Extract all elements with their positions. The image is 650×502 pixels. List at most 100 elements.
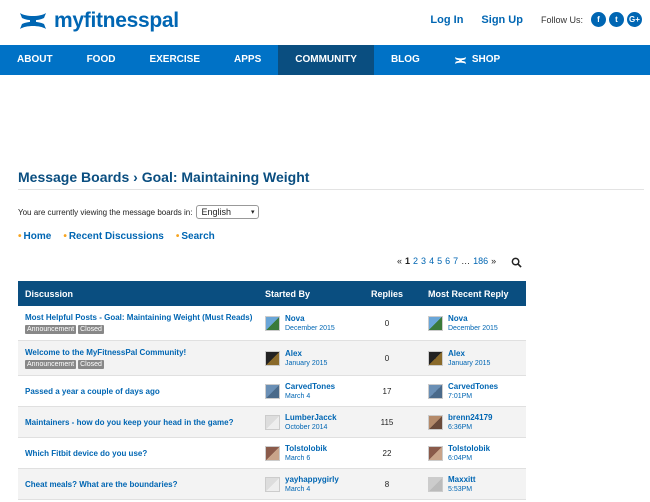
start-date: March 4 <box>285 485 311 493</box>
starter-name[interactable]: Tolstolobik <box>285 444 327 454</box>
discussion-link[interactable]: Cheat meals? What are the boundaries? <box>25 479 258 490</box>
avatar[interactable] <box>265 445 280 461</box>
pager-page[interactable]: 6 <box>445 256 450 266</box>
follow-label: Follow Us: <box>540 14 583 25</box>
chevron-updown-icon: ▾ <box>250 209 255 216</box>
reply-count: 17 <box>382 386 392 396</box>
status-badge: Announcement <box>25 325 77 334</box>
table-row: Which Fitbit device do you use? Tolstolo… <box>18 438 526 469</box>
recent-cell: CarvedTones 7:01PM <box>420 382 526 401</box>
avatar[interactable] <box>428 383 443 399</box>
discussion-link[interactable]: Which Fitbit device do you use? <box>25 448 258 459</box>
nav-shop[interactable]: SHOP <box>437 45 517 75</box>
avatar[interactable] <box>428 315 443 331</box>
googleplus-icon[interactable]: G+ <box>627 12 642 27</box>
start-date: October 2014 <box>285 423 328 431</box>
recent-user-name[interactable]: Nova <box>448 314 498 324</box>
facebook-icon[interactable]: f <box>591 12 606 27</box>
discussion-cell: Cheat meals? What are the boundaries? <box>18 479 258 490</box>
starter-name[interactable]: yayhappygirly <box>285 475 339 485</box>
recent-cell: Tolstolobik 6:04PM <box>420 444 526 463</box>
avatar[interactable] <box>428 350 443 366</box>
nav-about[interactable]: ABOUT <box>0 45 70 75</box>
avatar[interactable] <box>265 350 280 366</box>
discussion-table: Discussion Started By Replies Most Recen… <box>18 281 526 500</box>
table-row: Passed a year a couple of days ago Carve… <box>18 376 526 407</box>
pager-last[interactable]: 186 <box>473 256 488 266</box>
recent-discussions-link[interactable]: • Recent Discussions <box>63 231 164 242</box>
reply-count: 8 <box>384 479 390 489</box>
pager-current: 1 <box>405 256 411 266</box>
starter-name[interactable]: LumberJacck <box>285 413 337 423</box>
nav-apps[interactable]: APPS <box>217 45 278 75</box>
discussion-link[interactable]: Most Helpful Posts - Goal: Maintaining W… <box>25 312 258 323</box>
starter-name[interactable]: Alex <box>285 349 327 359</box>
discussion-cell: Most Helpful Posts - Goal: Maintaining W… <box>18 312 258 334</box>
starter-name[interactable]: CarvedTones <box>285 382 335 392</box>
nav-exercise[interactable]: EXERCISE <box>132 45 217 75</box>
reply-count: 0 <box>384 353 390 363</box>
pager-prev[interactable]: « <box>397 256 402 266</box>
discussion-cell: Welcome to the MyFitnessPal Community! An… <box>18 347 258 369</box>
recent-date: December 2015 <box>448 324 498 332</box>
avatar[interactable] <box>265 414 280 430</box>
pager-page[interactable]: 4 <box>429 256 434 266</box>
recent-date: 6:36PM <box>448 423 473 431</box>
home-link[interactable]: • Home <box>18 231 51 242</box>
reply-count: 22 <box>382 448 392 458</box>
avatar[interactable] <box>428 445 443 461</box>
pager-page[interactable]: 3 <box>421 256 426 266</box>
recent-date: 7:01PM <box>448 392 473 400</box>
language-select[interactable]: English ▾ <box>196 205 260 219</box>
site-header: myfitnesspal Log In Sign Up Follow Us: f… <box>0 0 650 45</box>
discussion-link[interactable]: Maintainers - how do you keep your head … <box>25 417 258 428</box>
tag-list: Announcement Closed <box>25 360 258 369</box>
table-row: Most Helpful Posts - Goal: Maintaining W… <box>18 306 526 341</box>
starter-name[interactable]: Nova <box>285 314 335 324</box>
signup-link[interactable]: Sign Up <box>481 14 523 26</box>
starter-cell: yayhappygirly March 4 <box>258 475 354 494</box>
avatar[interactable] <box>265 476 280 492</box>
recent-user-name[interactable]: brenn24179 <box>448 413 492 423</box>
header-replies: Replies <box>370 288 403 299</box>
page-title: Message Boards › Goal: Maintaining Weigh… <box>18 169 310 185</box>
search-link[interactable]: • Search <box>176 231 215 242</box>
recent-user-name[interactable]: Tolstolobik <box>448 444 490 454</box>
avatar[interactable] <box>428 414 443 430</box>
avatar[interactable] <box>428 476 443 492</box>
divider <box>18 189 644 190</box>
twitter-icon[interactable]: t <box>609 12 624 27</box>
start-date: January 2015 <box>285 359 328 367</box>
recent-user-name[interactable]: Maxxitt <box>448 475 476 485</box>
recent-user-name[interactable]: CarvedTones <box>448 382 498 392</box>
discussion-link[interactable]: Passed a year a couple of days ago <box>25 386 258 397</box>
discussion-link[interactable]: Welcome to the MyFitnessPal Community! <box>25 347 258 358</box>
search-icon[interactable] <box>511 257 522 268</box>
pager-page[interactable]: 5 <box>437 256 442 266</box>
pager-page[interactable]: 2 <box>413 256 418 266</box>
starter-cell: LumberJacck October 2014 <box>258 413 354 432</box>
pager-page[interactable]: 7 <box>453 256 458 266</box>
starter-cell: Tolstolobik March 6 <box>258 444 354 463</box>
pager-next[interactable]: » <box>491 256 496 266</box>
avatar[interactable] <box>265 383 280 399</box>
under-armour-icon <box>20 13 46 29</box>
board-links: • Home • Recent Discussions • Search <box>18 231 227 242</box>
logo-text: myfitnesspal <box>54 9 179 32</box>
language-value: English <box>201 207 231 217</box>
nav-blog[interactable]: BLOG <box>374 45 437 75</box>
header-started-by: Started By <box>265 288 311 299</box>
reply-count: 0 <box>384 318 390 328</box>
header-actions: Log In Sign Up Follow Us: f t G+ <box>430 12 642 27</box>
nav-food[interactable]: FOOD <box>70 45 133 75</box>
recent-cell: Nova December 2015 <box>420 314 526 333</box>
avatar[interactable] <box>265 315 280 331</box>
logo[interactable]: myfitnesspal <box>18 9 179 33</box>
recent-date: January 2015 <box>448 359 491 367</box>
recent-user-name[interactable]: Alex <box>448 349 490 359</box>
bullet-icon: • <box>18 231 22 242</box>
login-link[interactable]: Log In <box>430 14 463 26</box>
start-date: December 2015 <box>285 324 335 332</box>
table-row: Maintainers - how do you keep your head … <box>18 407 526 438</box>
nav-community[interactable]: COMMUNITY <box>278 45 374 75</box>
